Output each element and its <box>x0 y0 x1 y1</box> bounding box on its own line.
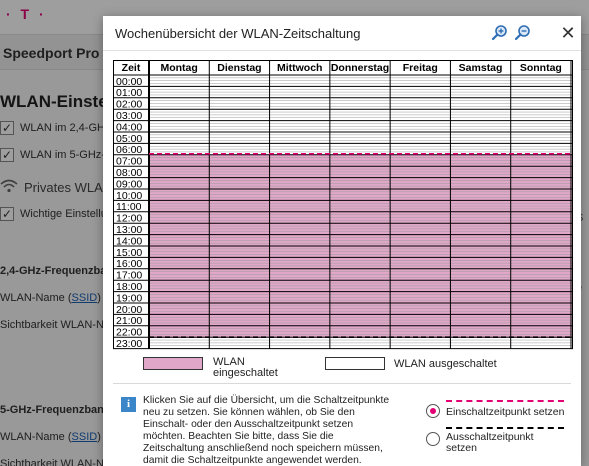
hour-label: 14:00 <box>116 235 142 247</box>
hour-label: 18:00 <box>116 281 142 293</box>
dialog-title: Wochenübersicht der WLAN-Zeitschaltung <box>115 26 361 41</box>
radio-ausschalt-circle[interactable] <box>426 432 440 446</box>
close-icon[interactable]: ✕ <box>559 24 577 42</box>
radio-selected-dot <box>430 408 436 414</box>
radio-einschalt[interactable]: Einschaltzeitpunkt setzen <box>426 400 576 422</box>
off-marker-sample <box>446 427 564 429</box>
on-marker-sample <box>446 400 564 402</box>
schedule-dialog: Wochenübersicht der WLAN-Zeitschaltung ✕… <box>103 16 581 466</box>
hour-label: 22:00 <box>116 327 142 339</box>
hour-label: 19:00 <box>116 292 142 304</box>
radio-ausschalt-label: Ausschaltzeitpunkt setzen <box>446 431 534 454</box>
hour-label: 03:00 <box>116 110 142 122</box>
hour-label: 05:00 <box>116 133 142 145</box>
footer-divider <box>113 383 571 384</box>
hour-label: 11:00 <box>116 201 142 213</box>
hour-label: 12:00 <box>116 213 142 225</box>
hour-label: 00:00 <box>116 76 142 88</box>
schedule-grid-svg[interactable]: Zeit Montag Dienstag Mittwoch Donnerstag Frei… <box>113 60 573 352</box>
hour-label: 17:00 <box>116 270 142 282</box>
zoom-out-icon[interactable] <box>514 24 532 42</box>
legend-on-swatch <box>143 357 203 370</box>
day-header-montag: Montag <box>160 62 197 74</box>
hour-label: 01:00 <box>116 87 142 99</box>
hour-label: 20:00 <box>116 304 142 316</box>
hour-label: 16:00 <box>116 258 142 270</box>
title-divider <box>103 50 581 51</box>
radio-ausschalt[interactable]: Ausschaltzeitpunkt setzen <box>426 427 576 457</box>
day-header-sonntag: Sonntag <box>520 62 562 74</box>
day-header-samstag: Samstag <box>459 62 503 74</box>
hour-label: 15:00 <box>116 247 142 259</box>
time-column-header: Zeit <box>122 62 141 74</box>
schedule-grid[interactable]: Zeit Montag Dienstag Mittwoch Donnerstag Frei… <box>113 60 573 352</box>
hour-label: 02:00 <box>116 99 142 111</box>
hour-label: 09:00 <box>116 178 142 190</box>
day-header-donnerstag: Donnerstag <box>331 62 389 74</box>
legend-off-swatch <box>325 357 385 370</box>
day-header-mittwoch: Mittwoch <box>277 62 323 74</box>
hour-label: 13:00 <box>116 224 142 236</box>
zoom-in-icon[interactable] <box>491 24 509 42</box>
hour-label: 21:00 <box>116 315 142 327</box>
radio-einschalt-label: Einschaltzeitpunkt setzen <box>446 406 565 418</box>
day-header-dienstag: Dienstag <box>217 62 261 74</box>
info-icon: i <box>121 397 136 412</box>
day-header-freitag: Freitag <box>403 62 438 74</box>
hour-label: 10:00 <box>116 190 142 202</box>
hour-label: 08:00 <box>116 167 142 179</box>
hour-label: 06:00 <box>116 144 142 156</box>
hour-label: 23:00 <box>116 338 142 350</box>
hour-label: 04:00 <box>116 121 142 133</box>
legend-off-label: WLAN ausgeschaltet <box>394 358 497 370</box>
info-text: Klicken Sie auf die Übersicht, um die Sc… <box>143 395 390 466</box>
hour-label: 07:00 <box>116 156 142 168</box>
radio-einschalt-circle[interactable] <box>426 404 440 418</box>
legend-on-label: WLAN eingeschaltet <box>213 356 278 379</box>
